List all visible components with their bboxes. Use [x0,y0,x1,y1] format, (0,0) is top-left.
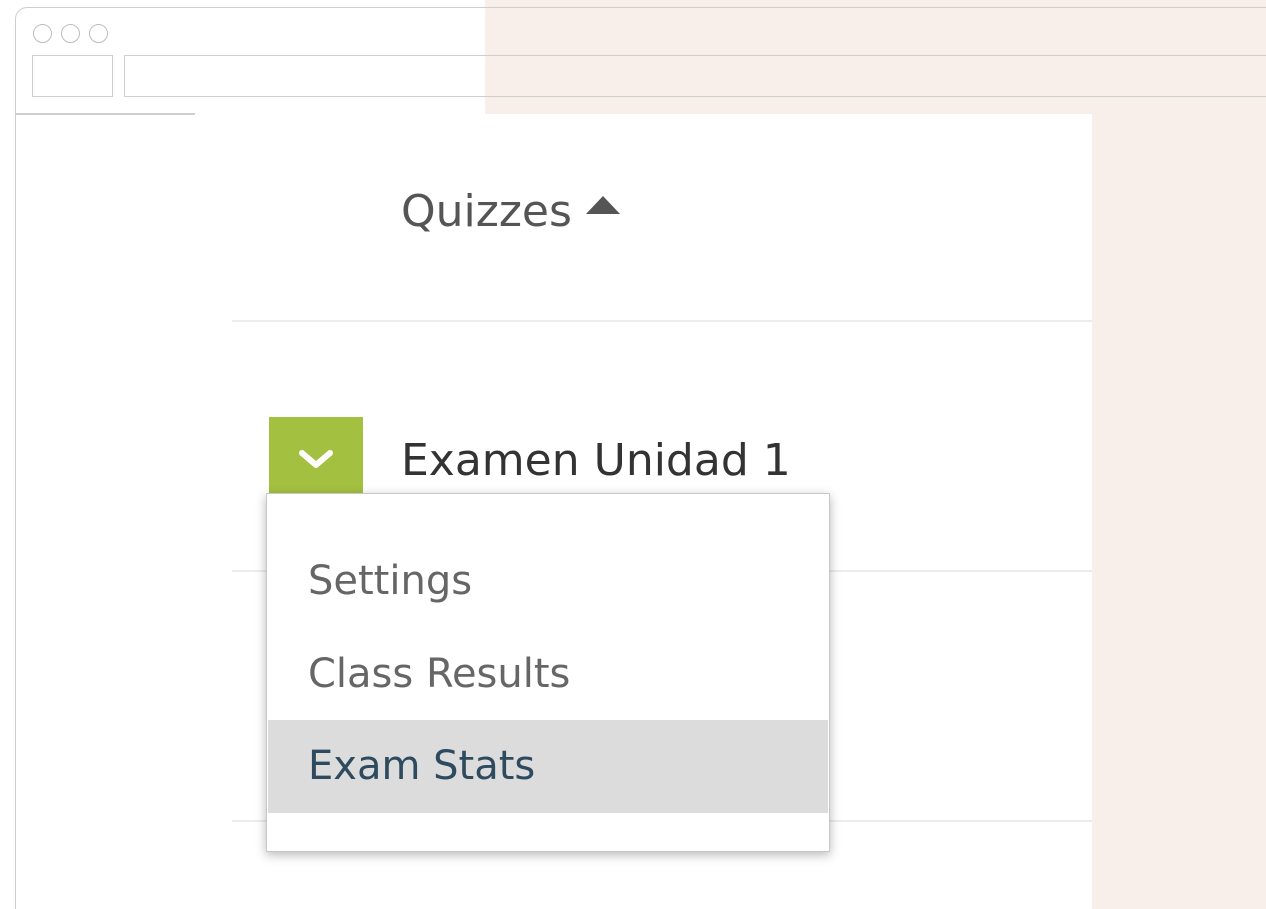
row-divider [232,320,1092,322]
window-close-button[interactable] [33,24,52,43]
menu-item-exam-stats[interactable]: Exam Stats [268,720,828,813]
quiz-options-toggle-button[interactable] [269,417,363,497]
window-maximize-button[interactable] [89,24,108,43]
menu-item-settings[interactable]: Settings [268,535,828,628]
address-bar[interactable] [124,55,1266,97]
menu-item-class-results[interactable]: Class Results [268,628,828,721]
window-minimize-button[interactable] [61,24,80,43]
quizzes-column-header[interactable]: Quizzes [401,184,620,240]
caret-up-icon[interactable] [585,196,620,214]
browser-nav-buttons[interactable] [32,55,113,97]
toolbar-divider [15,113,195,115]
quizzes-heading-label: Quizzes [401,186,572,237]
quiz-title[interactable]: Examen Unidad 1 [401,433,791,489]
chevron-down-icon [299,450,333,468]
quiz-options-dropdown-menu: Settings Class Results Exam Stats [266,493,830,852]
